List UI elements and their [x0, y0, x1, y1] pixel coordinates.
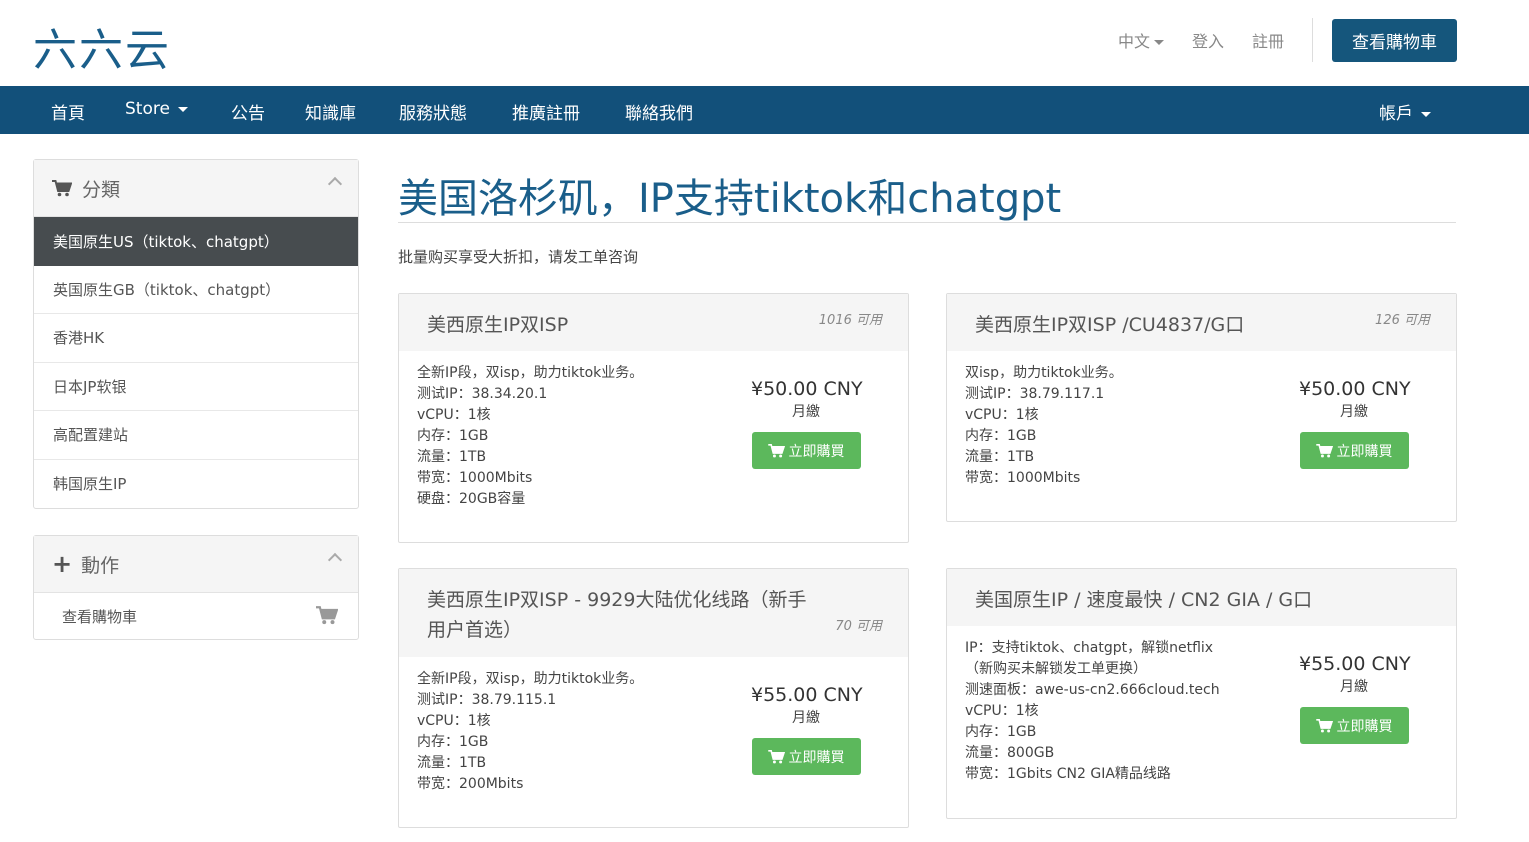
plus-icon: +	[52, 550, 73, 578]
product-price: ¥50.00 CNY	[751, 378, 863, 400]
top-links: 中文 登入 註冊 查看購物車	[1118, 18, 1457, 62]
category-item-us[interactable]: 美国原生US（tiktok、chatgpt）	[34, 217, 358, 266]
order-now-button[interactable]: 立即購買	[1299, 432, 1409, 469]
shopping-cart-icon	[1315, 718, 1333, 732]
billing-cycle: 月繳	[792, 710, 820, 726]
product-pricing: ¥50.00 CNY 月繳 立即購買	[751, 377, 863, 469]
product-card: 美西原生IP双ISP /CU4837/G口 126 可用 双isp，助力tikt…	[946, 293, 1457, 522]
product-desc-line: 流量：800GB	[965, 745, 1055, 761]
actions-title: 動作	[81, 554, 120, 577]
product-desc-line: 硬盘：20GB容量	[417, 491, 526, 507]
shopping-cart-icon	[767, 749, 785, 763]
billing-cycle: 月繳	[1340, 679, 1368, 695]
caret-down-icon	[177, 106, 188, 112]
site-logo[interactable]: 六六云	[33, 14, 171, 78]
shopping-cart-icon	[1315, 443, 1333, 457]
action-view-cart-label: 查看購物車	[62, 607, 138, 626]
product-desc-line: 带宽：1Gbits CN2 GIA精品线路	[965, 766, 1171, 782]
product-pricing: ¥50.00 CNY 月繳 立即購買	[1299, 377, 1411, 469]
product-header: 美西原生IP双ISP 1016 可用	[399, 294, 908, 351]
category-item-gb[interactable]: 英国原生GB（tiktok、chatgpt）	[34, 266, 358, 314]
divider	[1312, 18, 1313, 62]
page-tagline: 批量购买享受大折扣，请发工单咨询	[398, 248, 639, 266]
action-view-cart[interactable]: 查看購物車	[34, 593, 358, 639]
billing-cycle: 月繳	[792, 404, 820, 420]
top-header: 六六云 中文 登入 註冊 查看購物車	[0, 0, 1529, 86]
order-now-label: 立即購買	[1336, 443, 1393, 460]
shopping-cart-icon	[767, 443, 785, 457]
product-card: 美西原生IP双ISP - 9929大陆优化线路（新手用户首选） 70 可用 全新…	[398, 568, 909, 828]
chevron-up-icon[interactable]	[327, 552, 343, 568]
order-now-button[interactable]: 立即購買	[751, 738, 861, 775]
nav-knowledgebase[interactable]: 知識庫	[305, 99, 356, 124]
categories-panel: 分類 美国原生US（tiktok、chatgpt） 英国原生GB（tiktok、…	[33, 159, 359, 509]
category-item-hk[interactable]: 香港HK	[34, 314, 358, 363]
product-name: 美西原生IP双ISP - 9929大陆优化线路（新手用户首选）	[427, 589, 807, 641]
category-item-jp[interactable]: 日本JP软银	[34, 363, 358, 411]
product-card: 美西原生IP双ISP 1016 可用 全新IP段，双isp，助力tiktok业务…	[398, 293, 909, 543]
nav-store-label: Store	[125, 99, 170, 119]
nav-account[interactable]: 帳戶	[1379, 99, 1431, 124]
product-body: 双isp，助力tiktok业务。 测试IP：38.79.117.1 vCPU：1…	[947, 351, 1456, 489]
product-name: 美西原生IP双ISP /CU4837/G口	[975, 314, 1245, 336]
chevron-up-icon[interactable]	[327, 176, 343, 192]
product-pricing: ¥55.00 CNY 月繳 立即購買	[751, 683, 863, 775]
nav-contact[interactable]: 聯絡我們	[625, 99, 693, 124]
product-price: ¥50.00 CNY	[1299, 378, 1411, 400]
nav-store[interactable]: Store	[125, 99, 188, 119]
nav-home[interactable]: 首頁	[51, 99, 85, 124]
product-name: 美国原生IP / 速度最快 / CN2 GIA / G口	[975, 589, 1313, 611]
category-item-high-spec[interactable]: 高配置建站	[34, 411, 358, 460]
nav-service-status[interactable]: 服務狀態	[399, 99, 467, 124]
actions-panel: + 動作 查看購物車	[33, 535, 359, 640]
product-desc-line: 带宽：1000Mbits	[965, 470, 1081, 486]
page-title: 美国洛杉矶，IP支持tiktok和chatgpt	[398, 176, 1062, 222]
product-card: 美国原生IP / 速度最快 / CN2 GIA / G口 IP：支持tiktok…	[946, 568, 1457, 819]
caret-down-icon	[1421, 111, 1431, 117]
product-header: 美西原生IP双ISP - 9929大陆优化线路（新手用户首选） 70 可用	[399, 569, 908, 657]
view-cart-button[interactable]: 查看購物車	[1332, 18, 1457, 62]
product-desc-line: 带宽：1000Mbits	[417, 470, 533, 486]
shopping-cart-icon	[316, 606, 338, 625]
product-price: ¥55.00 CNY	[1299, 653, 1411, 675]
product-header: 美西原生IP双ISP /CU4837/G口 126 可用	[947, 294, 1456, 351]
title-divider	[398, 222, 1456, 223]
order-now-label: 立即購買	[788, 749, 845, 766]
order-now-button[interactable]: 立即購買	[1299, 707, 1409, 744]
product-pricing: ¥55.00 CNY 月繳 立即購買	[1299, 652, 1411, 744]
nav-affiliates[interactable]: 推廣註冊	[512, 99, 580, 124]
shopping-cart-icon	[52, 179, 72, 196]
product-body: 全新IP段，双isp，助力tiktok业务。 测试IP：38.34.20.1 v…	[399, 351, 908, 510]
nav-account-label: 帳戶	[1379, 104, 1413, 124]
order-now-label: 立即購買	[1336, 718, 1393, 735]
categories-title: 分類	[82, 178, 121, 201]
product-availability: 70 可用	[835, 619, 882, 634]
nav-announcements[interactable]: 公告	[231, 99, 265, 124]
product-availability: 1016 可用	[818, 313, 882, 328]
order-now-button[interactable]: 立即購買	[751, 432, 861, 469]
billing-cycle: 月繳	[1340, 404, 1368, 420]
language-dropdown[interactable]: 中文	[1118, 28, 1164, 52]
login-link[interactable]: 登入	[1192, 28, 1224, 52]
product-desc-line: 带宽：200Mbits	[417, 776, 524, 792]
caret-down-icon	[1153, 40, 1164, 45]
product-header: 美国原生IP / 速度最快 / CN2 GIA / G口	[947, 569, 1456, 626]
order-now-label: 立即購買	[788, 443, 845, 460]
categories-panel-header[interactable]: 分類	[34, 160, 358, 217]
main-navbar: 首頁 Store 公告 知識庫 服務狀態 推廣註冊 聯絡我們 帳戶	[0, 86, 1529, 134]
product-availability: 126 可用	[1375, 313, 1430, 328]
actions-panel-header[interactable]: + 動作	[34, 536, 358, 593]
product-price: ¥55.00 CNY	[751, 684, 863, 706]
category-item-kr[interactable]: 韩国原生IP	[34, 460, 358, 509]
product-body: IP：支持tiktok、chatgpt，解锁netflix （新购买未解锁发工单…	[947, 626, 1456, 785]
language-label: 中文	[1117, 32, 1150, 51]
product-body: 全新IP段，双isp，助力tiktok业务。 测试IP：38.79.115.1 …	[399, 657, 908, 795]
product-name: 美西原生IP双ISP	[427, 314, 569, 336]
register-link[interactable]: 註冊	[1252, 28, 1284, 52]
